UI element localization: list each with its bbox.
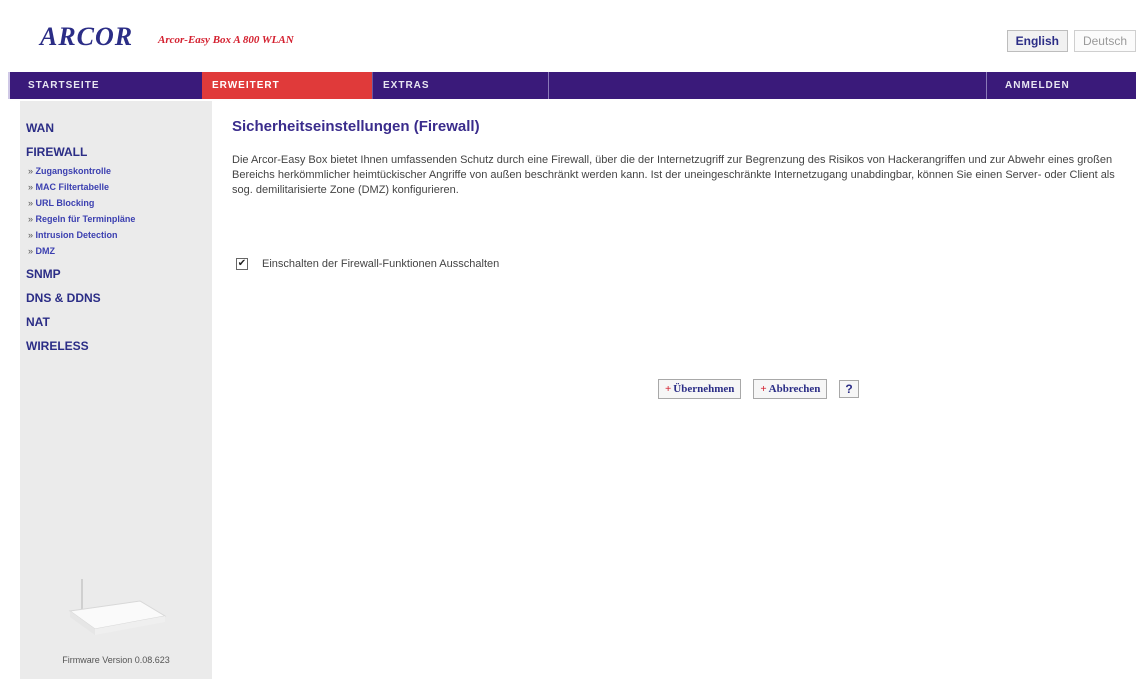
sidebar-sub-url-blocking[interactable]: URL Blocking [28,195,212,211]
page-description: Die Arcor-Easy Box bietet Ihnen umfassen… [232,154,1115,196]
sidebar-sub-intrusion-detection[interactable]: Intrusion Detection [28,227,212,243]
sidebar-item-wan[interactable]: WAN [26,121,212,135]
firewall-toggle-row: ✔ Einschalten der Firewall-Funktionen Au… [236,258,499,270]
firewall-checkbox[interactable]: ✔ [236,258,248,270]
language-switcher: English Deutsch [1006,30,1136,52]
apply-button-label: Übernehmen [673,383,735,395]
plus-icon: + [665,383,672,395]
sidebar-item-firewall[interactable]: FIREWALL [26,145,212,159]
plus-icon: + [760,383,767,395]
sidebar: WAN FIREWALL Zugangskontrolle MAC Filter… [20,101,212,679]
main-nav: STARTSEITE ERWEITERT EXTRAS ANMELDEN [8,72,1136,99]
apply-button[interactable]: + Übernehmen [658,379,742,399]
sidebar-item-wireless[interactable]: WIRELESS [26,339,212,353]
nav-erweitert[interactable]: ERWEITERT [202,72,372,99]
nav-extras[interactable]: EXTRAS [372,72,548,99]
sidebar-sub-mac-filtertabelle[interactable]: MAC Filtertabelle [28,179,212,195]
sidebar-sub-dmz[interactable]: DMZ [28,243,212,259]
main-content: Sicherheitseinstellungen (Firewall) Die … [232,118,1132,198]
nav-spacer [548,72,986,99]
page-title: Sicherheitseinstellungen (Firewall) [232,118,480,135]
sidebar-item-dns-ddns[interactable]: DNS & DDNS [26,291,212,305]
cancel-button[interactable]: + Abbrechen [753,379,828,399]
sidebar-item-snmp[interactable]: SNMP [26,267,212,281]
lang-deutsch-button[interactable]: Deutsch [1073,30,1136,52]
action-buttons: + Übernehmen + Abbrechen ? [658,379,859,399]
header: ARCOR Arcor-Easy Box A 800 WLAN English … [0,0,1146,70]
firmware-version: Firmware Version 0.08.623 [62,655,170,665]
lang-english-button[interactable]: English [1006,30,1068,52]
nav-startseite[interactable]: STARTSEITE [8,72,202,99]
sidebar-item-nat[interactable]: NAT [26,315,212,329]
firewall-checkbox-label: Einschalten der Firewall-Funktionen Auss… [262,258,500,270]
device-subtitle: Arcor-Easy Box A 800 WLAN [158,34,294,46]
nav-anmelden[interactable]: ANMELDEN [986,72,1136,99]
sidebar-sub-terminplaene[interactable]: Regeln für Terminpläne [28,211,212,227]
sidebar-sub-zugangskontrolle[interactable]: Zugangskontrolle [28,163,212,179]
cancel-button-label: Abbrechen [768,383,821,395]
arcor-logo[interactable]: ARCOR [40,22,133,52]
router-device-image [68,579,167,635]
help-button[interactable]: ? [839,380,859,398]
